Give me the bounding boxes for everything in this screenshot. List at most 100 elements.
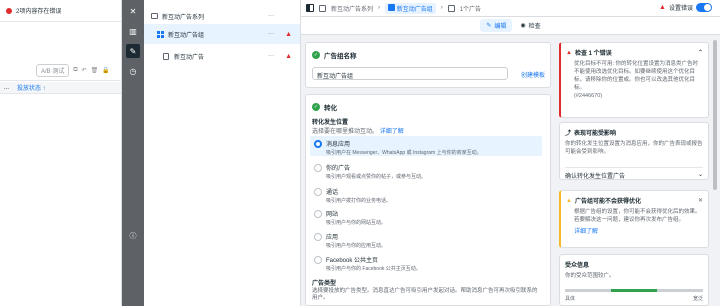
eye-icon: ◉ [520,23,526,29]
error-banner[interactable]: 2项内容存在错误 [0,0,121,22]
conversion-heading: 转化 [324,105,337,112]
close-icon[interactable]: ✕ [698,197,703,204]
option-title: 应用 [326,235,339,241]
learn-more-link[interactable]: 详细了解 [566,226,703,235]
option-your-ad[interactable]: 你的广告 吸引用户观看或点赞你的帖子，或参与互动。 [314,163,538,180]
audience-meter [565,289,703,292]
radio-unselected[interactable] [314,188,322,196]
error-banner-text: 2项内容存在错误 [16,9,62,15]
more-icon[interactable]: ··· [268,53,274,59]
conversion-location-desc: 选择要在哪里推动互动。 详细了解 [312,126,404,135]
close-icon[interactable]: ✕ [126,4,140,18]
audience-card-desc: 你的受众范围较广。 [565,273,615,279]
edit-label: 编辑 [494,24,507,30]
crumb-campaign[interactable]: 新互动广告系列 [331,4,373,13]
optimization-warning-title: 广告组可能不会获得优化 [574,199,641,205]
history-icon[interactable]: ◷ [126,64,140,78]
option-desc: 吸引用户在 Messenger、WhatsApp 或 Instagram 上与你… [326,150,482,156]
adset-name-heading: 广告组名称 [324,53,357,60]
adset-icon [388,3,396,11]
column-header-status[interactable]: 投放状态 ↑ [17,83,46,92]
error-card-body: 优化目标不可用: 你的转化位置设置为消息类广告时不能使用改选优化目标。如要继续使… [574,61,699,91]
warning-icon: ▲ [566,197,572,204]
option-desc: 吸引用户拨打你的业务电话。 [326,198,392,204]
option-facebook-page[interactable]: Facebook 公共主页 吸引用户与你的 Facebook 公共主页互动。 [314,255,538,272]
option-title: 网站 [326,212,339,218]
duplicate-icon[interactable]: ⧉ [73,67,77,74]
performance-confirm-row[interactable]: 确认转化发生位置广告 ⌄ [565,167,703,180]
performance-card-title: 表现可能受影响 [574,131,617,137]
breadcrumb: 新互动广告系列 › 新互动广告组 › 1个广告 ▲ 设置错误 [301,0,720,17]
error-card-header[interactable]: ▲ 检查 1 个错误 ⌃ [566,48,703,58]
right-scrollbar[interactable] [713,40,717,190]
option-website[interactable]: 网站 吸引用户与你的网站互动。 [314,209,538,226]
warning-icon: ▲ [285,30,292,38]
optimization-warning-header: ▲ 广告组可能不会获得优化 ✕ [566,196,703,206]
option-title: 消息应用 [326,142,351,148]
radio-unselected[interactable] [314,256,322,264]
tree-item-label: 新互动广告系列 [162,14,205,21]
column-header-name[interactable]: ... [4,85,9,91]
review-button[interactable]: ◉ 检查 [520,21,540,30]
radio-unselected[interactable] [314,233,322,241]
tree-item-campaign[interactable]: 新互动广告系列 ··· [144,6,300,26]
tree-item-label: 新互动广告 [174,54,205,61]
info-icon[interactable]: ⓘ [130,231,137,241]
performance-card: ⤴ 表现可能受影响 你的转化发生位置设置为消息应用，你的广告表现或报告可能会受到… [559,122,709,180]
check-icon: ✓ [312,103,320,111]
adset-name-input[interactable]: 新互动广告组 [312,67,508,80]
tree-item-adset[interactable]: 新互动广告组 ··· ▲ [144,24,300,44]
option-messaging-apps[interactable]: 消息应用吸引用户在 Messenger、WhatsApp 或 Instagram… [314,139,538,156]
undo-icon[interactable]: ↶ [82,67,87,74]
option-title: 通话 [326,190,339,196]
radio-selected[interactable] [314,140,322,148]
mode-bar: ✎ 编辑 ◉ 检查 [301,17,720,35]
ad-type-desc: 选择要投放的广告类型。消息直达广告可吸引用户发起对话。帮助消息广告可再次吸引联系… [312,288,538,301]
delete-icon[interactable]: 🗑 [91,67,99,74]
ad-type-title: 广告类型 [312,281,337,287]
create-template-link[interactable]: 创建模板 [521,70,545,79]
chevron-up-icon[interactable]: ⌃ [698,49,703,56]
adset-name-title: ✓ 广告组名称 [312,50,357,60]
error-dot-icon [6,7,12,14]
audience-high-label: 宽泛 [692,296,703,302]
optimization-warning-card: ▲ 广告组可能不会获得优化 ✕ 根据广告组的设置，你可能不会获得优化后的效果。若… [559,190,709,248]
editor-tool-strip: ✕ ▥ ✎ ◷ ⓘ [122,0,144,306]
lock-icon[interactable]: 🔒 [102,67,109,74]
performance-card-header: ⤴ 表现可能受影响 [565,128,703,137]
error-card: ▲ 检查 1 个错误 ⌃ 优化目标不可用: 你的转化位置设置为消息类广告时不能使… [559,42,709,118]
table-header-row: ... 投放状态 ↑ [0,82,121,94]
ab-test-button[interactable]: A/B 测试 [36,64,70,77]
option-app[interactable]: 应用 吸引用户与你的应用互动。 [314,232,538,249]
trend-icon: ⤴ [565,131,572,137]
pencil-icon[interactable]: ✎ [126,44,140,58]
conversion-card: ✓ 转化 转化发生位置 选择要在哪里推动互动。 详细了解 消息应用 吸引用户在 M… [305,94,551,306]
optimization-warning-body: 根据广告组的设置，你可能不会获得优化后的效果。若要解决这一问题，建议你再次发布广… [574,209,701,223]
crumb-ad[interactable]: 1个广告 [460,4,481,13]
grid-icon [156,30,164,38]
audience-card: 受众信息 你的受众范围较广。 具体 宽泛 [559,254,709,306]
chart-icon[interactable]: ▥ [126,24,140,38]
option-desc: 吸引用户观看或点赞你的帖子，或参与互动。 [326,174,427,180]
more-icon[interactable]: ··· [268,13,274,19]
radio-unselected[interactable] [314,210,322,218]
status-toggle[interactable] [696,3,712,12]
option-calls[interactable]: 通话吸引用户拨打你的业务电话。 [314,187,538,204]
conversion-title: ✓ 转化 [312,102,337,112]
error-card-title: 检查 1 个错误 [574,51,612,57]
tree-item-ad[interactable]: 新互动广告 ··· ▲ [144,46,300,66]
crumb-adset[interactable]: 新互动广告组 [385,2,436,14]
warning-icon: ▲ [285,52,292,60]
more-icon[interactable]: ··· [268,31,274,37]
error-card-code: (#2446670) [574,93,603,99]
learn-more-link[interactable]: 详细了解 [380,129,404,135]
settings-error-toggle: ▲ 设置错误 [659,3,712,12]
edit-button[interactable]: ✎ 编辑 [480,19,513,32]
location-desc-text: 选择要在哪里推动互动。 [312,129,379,135]
performance-confirm-label: 确认转化发生位置广告 [565,174,626,180]
radio-unselected[interactable] [314,164,322,172]
campaign-icon [319,4,326,12]
warning-icon: ▲ [659,4,666,11]
settings-error-label: 设置错误 [668,6,693,12]
sidebar-toggle-icon[interactable] [306,4,314,12]
